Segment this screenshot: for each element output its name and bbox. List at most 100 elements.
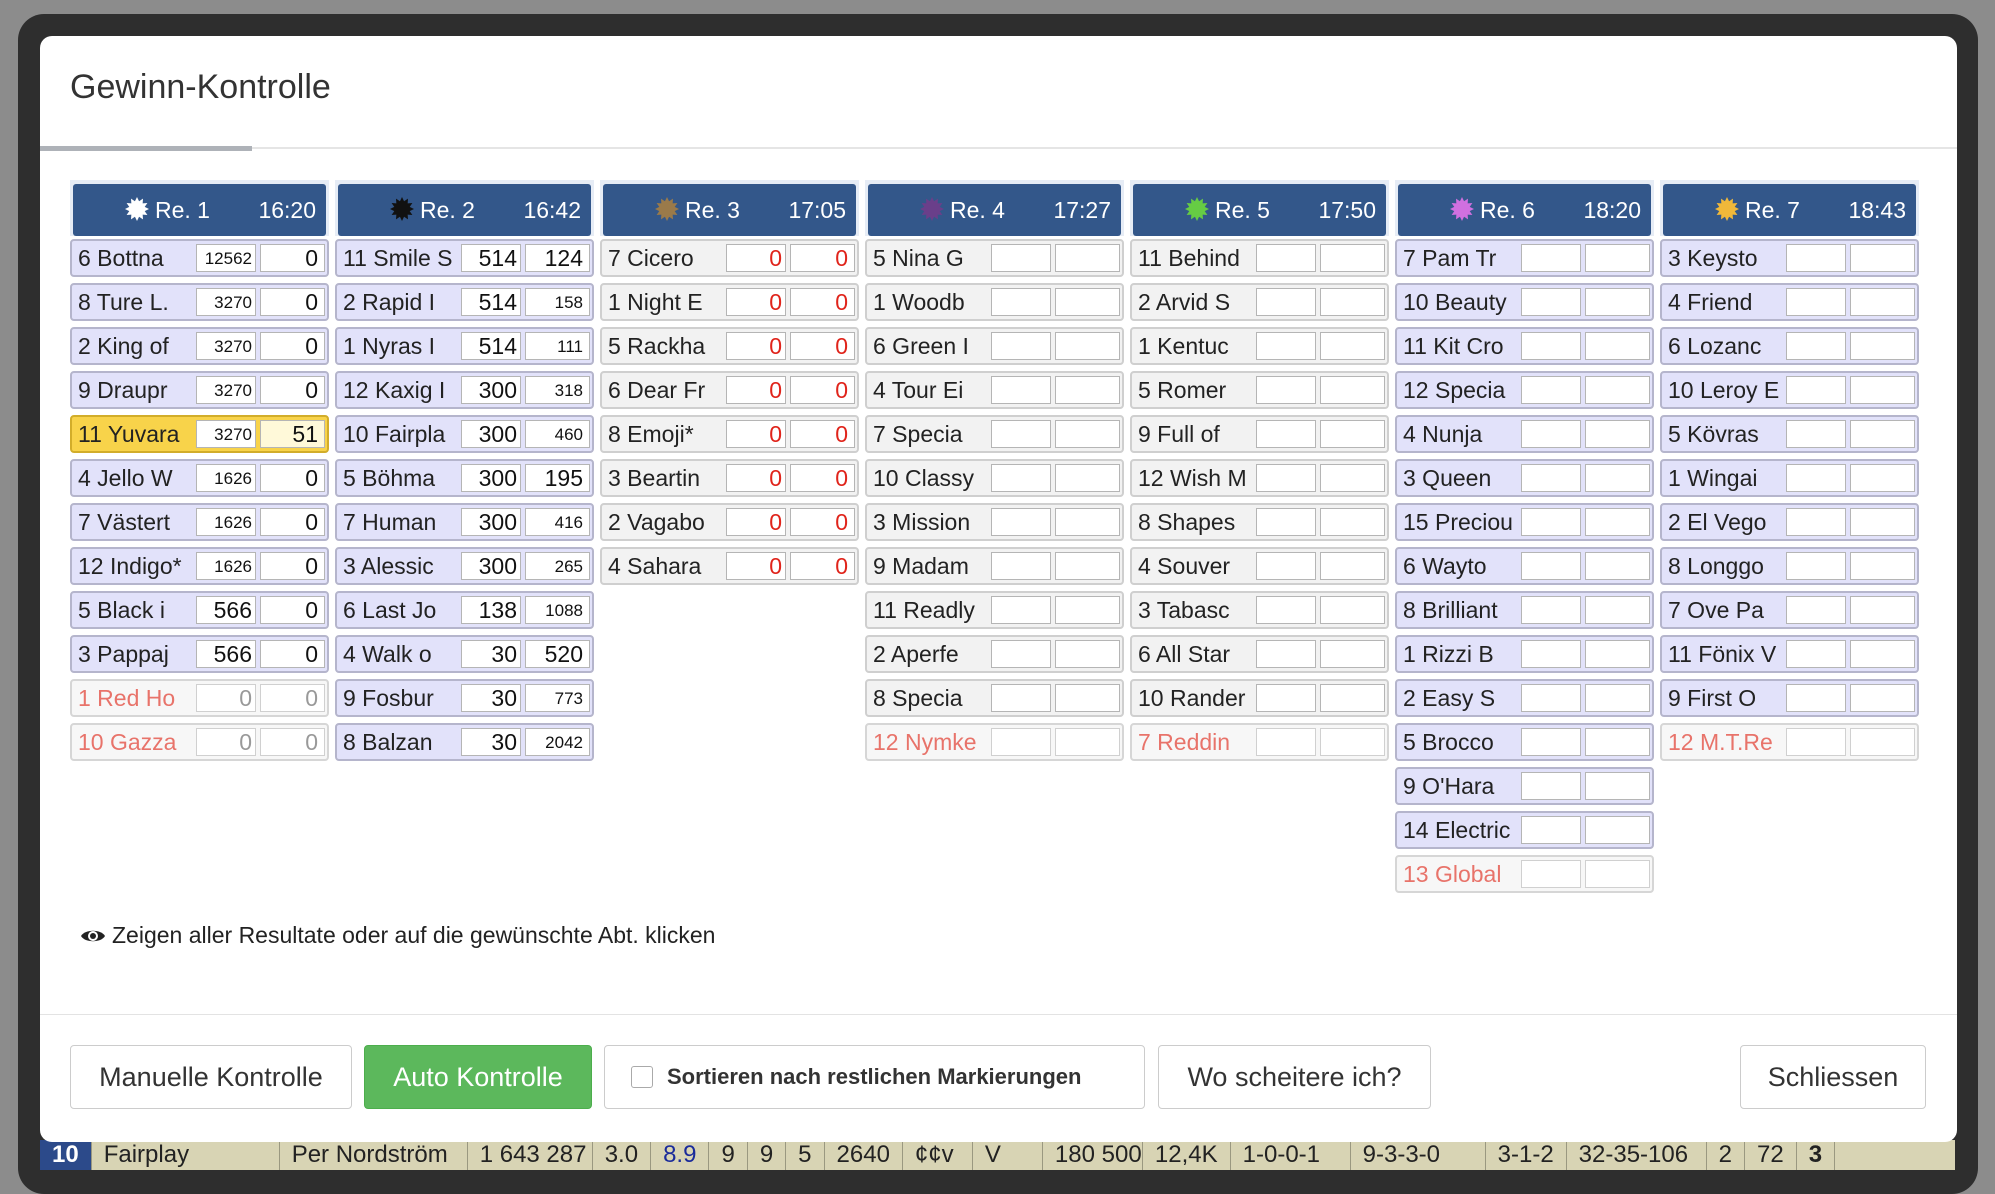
horse-row[interactable]: 9 Full of xyxy=(1130,415,1389,453)
race-header-bar[interactable]: Re. 3 17:05 xyxy=(603,184,856,236)
race-header-bar[interactable]: Re. 2 16:42 xyxy=(338,184,591,236)
race-header[interactable]: Re. 1 16:20 xyxy=(70,180,329,236)
horse-row[interactable]: 7 Reddin xyxy=(1130,723,1389,761)
horse-row[interactable]: 6 Dear Fr 0 0 xyxy=(600,371,859,409)
race-header-bar[interactable]: Re. 7 18:43 xyxy=(1663,184,1916,236)
horse-row[interactable]: 2 El Vego xyxy=(1660,503,1919,541)
horse-row[interactable]: 10 Beauty xyxy=(1395,283,1654,321)
horse-row[interactable]: 8 Specia xyxy=(865,679,1124,717)
race-header[interactable]: Re. 7 18:43 xyxy=(1660,180,1919,236)
sort-checkbox[interactable] xyxy=(631,1066,653,1088)
horse-row[interactable]: 3 Keysto xyxy=(1660,239,1919,277)
horse-row[interactable]: 4 Jello W 1626 0 xyxy=(70,459,329,497)
race-header-bar[interactable]: Re. 4 17:27 xyxy=(868,184,1121,236)
horse-row[interactable]: 12 Nymke xyxy=(865,723,1124,761)
race-header[interactable]: Re. 4 17:27 xyxy=(865,180,1124,236)
horse-row[interactable]: 1 Rizzi B xyxy=(1395,635,1654,673)
horse-row[interactable]: 1 Wingai xyxy=(1660,459,1919,497)
horse-row[interactable]: 8 Brilliant xyxy=(1395,591,1654,629)
horse-row[interactable]: 3 Queen xyxy=(1395,459,1654,497)
horse-row[interactable]: 12 M.T.Re xyxy=(1660,723,1919,761)
horse-row[interactable]: 2 Vagabo 0 0 xyxy=(600,503,859,541)
horse-row[interactable]: 2 Arvid S xyxy=(1130,283,1389,321)
close-button[interactable]: Schliessen xyxy=(1740,1045,1926,1109)
horse-row[interactable]: 14 Electric xyxy=(1395,811,1654,849)
horse-row[interactable]: 11 Yuvara 3270 51 xyxy=(70,415,329,453)
horse-row[interactable]: 5 Brocco xyxy=(1395,723,1654,761)
horse-row[interactable]: 12 Kaxig I 300 318 xyxy=(335,371,594,409)
horse-row[interactable]: 10 Classy xyxy=(865,459,1124,497)
auto-control-button[interactable]: Auto Kontrolle xyxy=(364,1045,592,1109)
horse-row[interactable]: 7 Västert 1626 0 xyxy=(70,503,329,541)
horse-row[interactable]: 3 Alessic 300 265 xyxy=(335,547,594,585)
horse-row[interactable]: 11 Smile S 514 124 xyxy=(335,239,594,277)
horse-row[interactable]: 4 Souver xyxy=(1130,547,1389,585)
horse-row[interactable]: 9 First O xyxy=(1660,679,1919,717)
horse-row[interactable]: 5 Böhma 300 195 xyxy=(335,459,594,497)
horse-row[interactable]: 6 All Star xyxy=(1130,635,1389,673)
horse-row[interactable]: 11 Fönix V xyxy=(1660,635,1919,673)
horse-row[interactable]: 1 Night E 00 xyxy=(600,283,859,321)
horse-row[interactable]: 10 Leroy E xyxy=(1660,371,1919,409)
race-header-bar[interactable]: Re. 5 17:50 xyxy=(1133,184,1386,236)
horse-row[interactable]: 7 Pam Tr xyxy=(1395,239,1654,277)
horse-row[interactable]: 1 Woodb xyxy=(865,283,1124,321)
horse-row[interactable]: 8 Balzan 30 2042 xyxy=(335,723,594,761)
horse-row[interactable]: 9 Fosbur 30 773 xyxy=(335,679,594,717)
race-header[interactable]: Re. 6 18:20 xyxy=(1395,180,1654,236)
horse-row[interactable]: 3 Pappaj 566 0 xyxy=(70,635,329,673)
horse-row[interactable]: 11 Readly xyxy=(865,591,1124,629)
horse-row[interactable]: 7 Cicero 0 0 xyxy=(600,239,859,277)
hint-text-row[interactable]: Zeigen aller Resultate oder auf die gewü… xyxy=(80,922,715,949)
horse-row[interactable]: 13 Global xyxy=(1395,855,1654,893)
horse-row[interactable]: 5 Rackha 0 0 xyxy=(600,327,859,365)
horse-row[interactable]: 12 Specia xyxy=(1395,371,1654,409)
horse-row[interactable]: 8 Emoji* 0 0 xyxy=(600,415,859,453)
horse-row[interactable]: 10 Fairpla 300 460 xyxy=(335,415,594,453)
horse-row[interactable]: 11 Behind xyxy=(1130,239,1389,277)
horse-row[interactable]: 9 Madam xyxy=(865,547,1124,585)
horse-row[interactable]: 7 Ove Pa xyxy=(1660,591,1919,629)
horse-row[interactable]: 4 Sahara 0 0 xyxy=(600,547,859,585)
horse-row[interactable]: 6 Lozanc xyxy=(1660,327,1919,365)
horse-row[interactable]: 10 Rander xyxy=(1130,679,1389,717)
horse-row[interactable]: 12 Indigo* 1626 0 xyxy=(70,547,329,585)
horse-row[interactable]: 8 Longgo xyxy=(1660,547,1919,585)
horse-row[interactable]: 9 O'Hara xyxy=(1395,767,1654,805)
horse-row[interactable]: 6 Bottna 12562 0 xyxy=(70,239,329,277)
horse-row[interactable]: 4 Walk o 30 520 xyxy=(335,635,594,673)
horse-row[interactable]: 1 Nyras I 514 111 xyxy=(335,327,594,365)
horse-row[interactable]: 4 Friend xyxy=(1660,283,1919,321)
horse-row[interactable]: 1 Red Ho 0 0 xyxy=(70,679,329,717)
horse-row[interactable]: 6 Green I xyxy=(865,327,1124,365)
horse-row[interactable]: 2 Easy S xyxy=(1395,679,1654,717)
race-header[interactable]: Re. 2 16:42 xyxy=(335,180,594,236)
race-header-bar[interactable]: Re. 6 18:20 xyxy=(1398,184,1651,236)
horse-row[interactable]: 7 Human 300 416 xyxy=(335,503,594,541)
horse-row[interactable]: 6 Wayto xyxy=(1395,547,1654,585)
horse-row[interactable]: 5 Kövras xyxy=(1660,415,1919,453)
manual-control-button[interactable]: Manuelle Kontrolle xyxy=(70,1045,352,1109)
race-header[interactable]: Re. 3 17:05 xyxy=(600,180,859,236)
horse-row[interactable]: 5 Romer xyxy=(1130,371,1389,409)
horse-row[interactable]: 12 Wish M xyxy=(1130,459,1389,497)
horse-row[interactable]: 8 Shapes xyxy=(1130,503,1389,541)
horse-row[interactable]: 5 Nina G xyxy=(865,239,1124,277)
horse-row[interactable]: 2 Rapid I 514 158 xyxy=(335,283,594,321)
horse-row[interactable]: 6 Last Jo 138 1088 xyxy=(335,591,594,629)
horse-row[interactable]: 5 Black i 566 0 xyxy=(70,591,329,629)
horse-row[interactable]: 1 Kentuc xyxy=(1130,327,1389,365)
horse-row[interactable]: 3 Tabasc xyxy=(1130,591,1389,629)
horse-row[interactable]: 11 Kit Cro xyxy=(1395,327,1654,365)
race-header-bar[interactable]: Re. 1 16:20 xyxy=(73,184,326,236)
horse-row[interactable]: 9 Draupr 3270 0 xyxy=(70,371,329,409)
horse-row[interactable]: 4 Nunja xyxy=(1395,415,1654,453)
horse-row[interactable]: 3 Beartin 0 0 xyxy=(600,459,859,497)
horse-row[interactable]: 15 Preciou xyxy=(1395,503,1654,541)
horse-row[interactable]: 8 Ture L. 3270 0 xyxy=(70,283,329,321)
horse-row[interactable]: 7 Specia xyxy=(865,415,1124,453)
race-header[interactable]: Re. 5 17:50 xyxy=(1130,180,1389,236)
sort-checkbox-button[interactable]: Sortieren nach restlichen Markierungen xyxy=(604,1045,1145,1109)
horse-row[interactable]: 3 Mission xyxy=(865,503,1124,541)
horse-row[interactable]: 2 Aperfe xyxy=(865,635,1124,673)
